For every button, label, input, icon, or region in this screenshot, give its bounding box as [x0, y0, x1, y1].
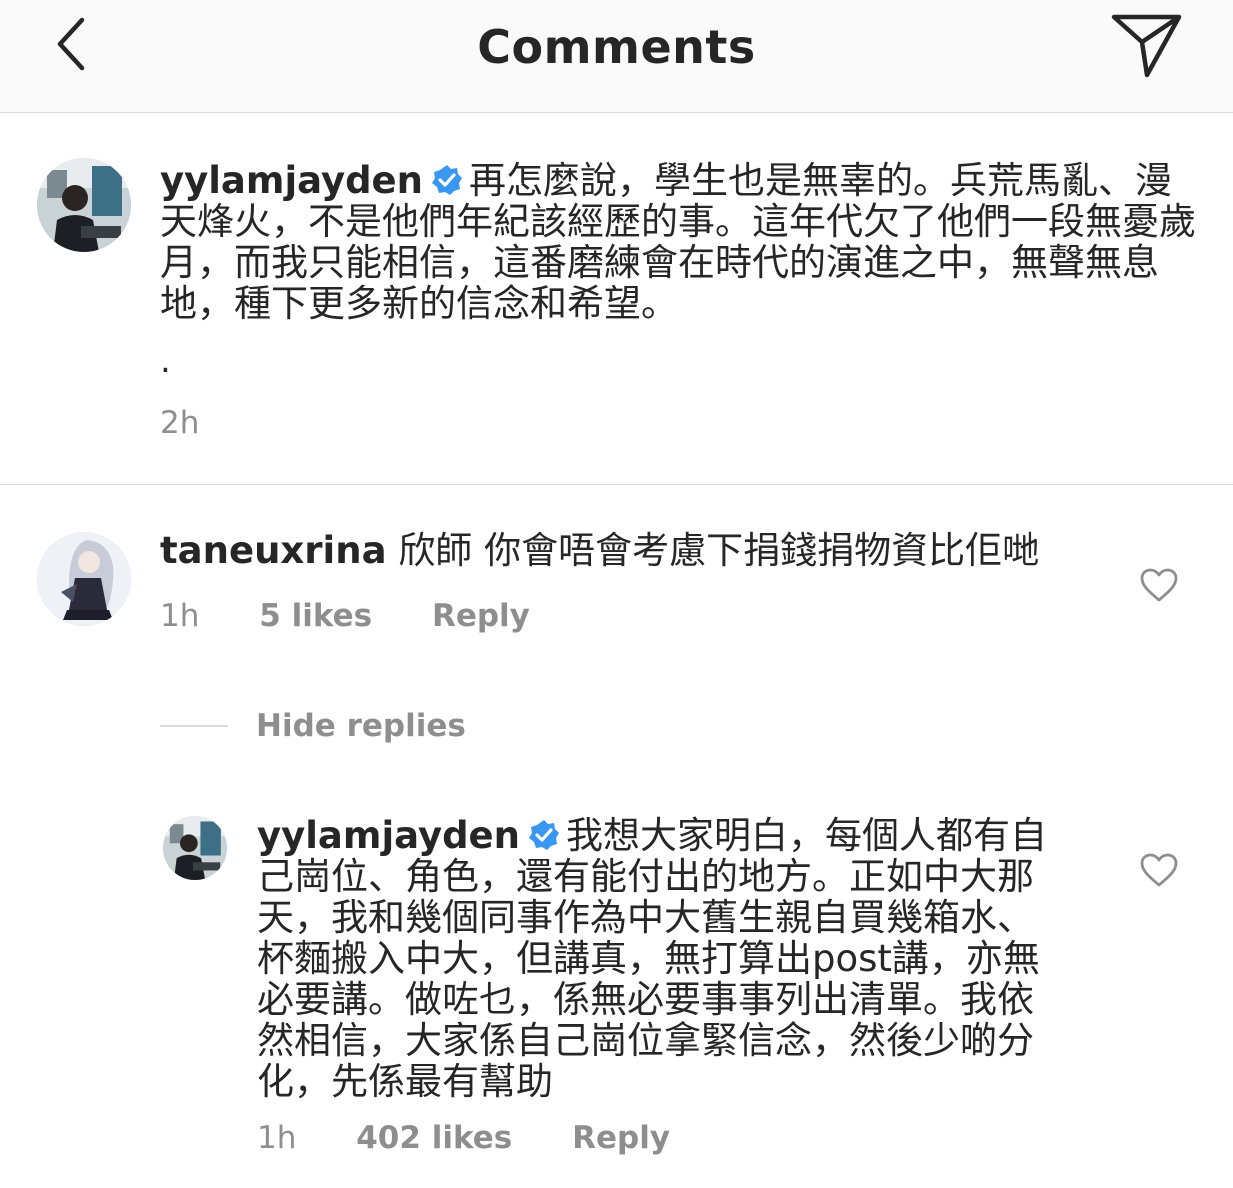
hide-replies-button[interactable]: Hide replies — [160, 706, 466, 746]
caption-section: yylamjayden 再怎麼說，學生也是無辜的。兵荒馬亂、漫天烽火，不是他們年紀… — [0, 113, 1233, 485]
avatar[interactable] — [37, 532, 131, 626]
comment-reply-button[interactable]: Reply — [432, 598, 530, 634]
caption-username[interactable]: yylamjayden — [160, 159, 423, 202]
verified-badge-icon — [431, 164, 463, 196]
page-title: Comments — [477, 20, 756, 74]
reply-username[interactable]: yylamjayden — [257, 814, 520, 857]
caption-timestamp: 2h — [160, 405, 200, 441]
avatar[interactable] — [37, 158, 131, 252]
paper-plane-icon — [1111, 14, 1182, 78]
header-bar: Comments — [0, 0, 1233, 113]
hide-replies-divider — [160, 725, 228, 727]
like-button[interactable] — [1139, 852, 1179, 888]
comment-message: 欣師 你會唔會考慮下捐錢捐物資比佢哋 — [398, 529, 1040, 572]
heart-outline-icon — [1140, 853, 1178, 887]
caption-dot: . — [160, 341, 171, 381]
reply-timestamp: 1h — [257, 1120, 297, 1156]
verified-badge-icon — [528, 819, 560, 851]
reply-message: 我想大家明白，每個人都有自己崗位、角色，還有能付出的地方。正如中大那天，我和幾個… — [257, 814, 1047, 1103]
comment-username[interactable]: taneuxrina — [160, 529, 387, 572]
reply-meta: 1h 402 likes Reply — [257, 1120, 670, 1156]
avatar[interactable] — [163, 816, 227, 880]
like-button[interactable] — [1139, 567, 1179, 603]
comment-likes[interactable]: 5 likes — [259, 598, 372, 634]
share-button[interactable] — [1106, 12, 1186, 78]
caption-text: yylamjayden 再怎麼說，學生也是無辜的。兵荒馬亂、漫天烽火，不是他們年紀… — [160, 160, 1200, 324]
hide-replies-label: Hide replies — [256, 708, 466, 744]
comment-timestamp: 1h — [160, 598, 200, 634]
caption-meta: 2h — [160, 405, 199, 441]
reply-reply-button[interactable]: Reply — [572, 1120, 670, 1156]
heart-outline-icon — [1140, 568, 1178, 602]
comment-text: taneuxrina 欣師 你會唔會考慮下捐錢捐物資比佢哋 — [160, 530, 1120, 571]
reply-likes[interactable]: 402 likes — [356, 1120, 512, 1156]
comment-meta: 1h 5 likes Reply — [160, 598, 530, 634]
reply-text: yylamjayden 我想大家明白，每個人都有自己崗位、角色，還有能付出的地方。… — [257, 815, 1067, 1102]
